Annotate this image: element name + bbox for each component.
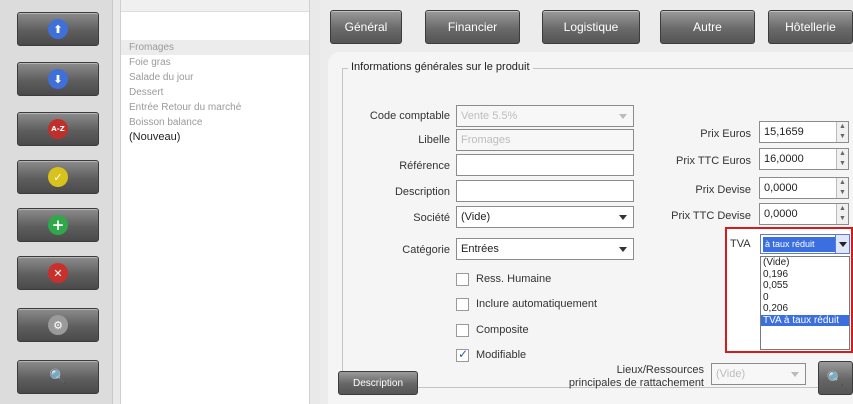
arrow-up-icon: ⬆ (48, 19, 68, 39)
check-icon: ✓ (48, 167, 68, 187)
prix-euros-value: 15,1659 (764, 126, 804, 138)
prix-ttc-euros-label: Prix TTC Euros (676, 155, 751, 167)
spinner-icon[interactable]: ▲ ▼ (836, 178, 848, 198)
reference-label: Référence (399, 160, 450, 172)
tva-option[interactable]: 0,055 (761, 280, 849, 292)
code-comptable-value: Vente 5.5% (461, 110, 518, 122)
description-button[interactable]: Description (338, 371, 418, 395)
list-item[interactable]: Fromages (121, 40, 309, 55)
spinner-icon[interactable]: ▲ ▼ (836, 204, 848, 224)
modifiable-checkbox[interactable] (456, 347, 469, 362)
chevron-down-icon[interactable] (835, 235, 849, 253)
prix-ttc-euros-field[interactable]: 16,0000 ▲ ▼ (759, 148, 849, 170)
libelle-field[interactable]: Fromages (456, 129, 634, 151)
list-item[interactable]: Foie gras (121, 55, 309, 70)
prix-devise-field[interactable]: 0,0000 ▲ ▼ (759, 177, 849, 199)
code-comptable-label: Code comptable (369, 110, 450, 122)
ress-humaine-label: Ress. Humaine (476, 273, 552, 285)
prix-ttc-devise-label: Prix TTC Devise (671, 210, 751, 222)
prix-euros-field[interactable]: 15,1659 ▲ ▼ (759, 121, 849, 143)
prix-devise-label: Prix Devise (695, 184, 751, 196)
ress-humaine-checkbox[interactable] (456, 273, 469, 286)
tva-select[interactable]: à taux réduit (760, 234, 850, 254)
wheel-icon: ⚙ (48, 315, 68, 335)
list-item[interactable]: Dessert (121, 85, 309, 100)
tva-label: TVA (730, 238, 751, 250)
sort-az-button[interactable]: A-Z (17, 112, 99, 146)
spinner-icon[interactable]: ▲ ▼ (836, 149, 848, 169)
spinner-icon[interactable]: ▲ ▼ (836, 122, 848, 142)
tva-option[interactable]: 0,196 (761, 269, 849, 281)
inclure-auto-label: Inclure automatiquement (476, 298, 598, 310)
x-circle-icon: ✕ (48, 263, 68, 283)
description-label: Description (394, 186, 450, 198)
tva-dropdown-list: (Vide) 0,196 0,055 0 0,206 TVA à taux ré… (760, 256, 850, 350)
sort-az-icon: A-Z (48, 119, 68, 139)
tab-autre[interactable]: Autre (660, 10, 755, 44)
left-toolbar: ⬆ ⬇ A-Z ✓ + ✕ ⚙ 🔍 (0, 0, 113, 404)
lieux-select[interactable]: (Vide) (711, 363, 806, 385)
code-comptable-select[interactable]: Vente 5.5% (456, 105, 634, 127)
tab-general[interactable]: Général (330, 10, 402, 44)
tab-logistique[interactable]: Logistique (542, 10, 640, 44)
settings-button[interactable]: ⚙ (17, 308, 99, 342)
nav-up-button[interactable]: ⬆ (17, 12, 99, 46)
prix-ttc-euros-value: 16,0000 (764, 153, 804, 165)
reference-field[interactable] (456, 154, 634, 176)
arrow-down-icon: ⬇ (48, 69, 68, 89)
libelle-label: Libelle (418, 134, 450, 146)
lieux-label-line1: Lieux/Ressources (616, 364, 704, 376)
magnifier-icon: 🔍 (826, 369, 845, 386)
categorie-label: Catégorie (402, 244, 450, 256)
prix-ttc-devise-field[interactable]: 0,0000 ▲ ▼ (759, 203, 849, 225)
tva-value: à taux réduit (763, 237, 835, 252)
prix-ttc-devise-value: 0,0000 (764, 208, 798, 220)
list-item[interactable]: Entrée Retour du marché (121, 100, 309, 115)
group-title: Informations générales sur le produit (348, 61, 533, 73)
nav-down-button[interactable]: ⬇ (17, 62, 99, 96)
composite-label: Composite (476, 324, 529, 336)
tva-option-selected[interactable]: TVA à taux réduit (761, 314, 849, 326)
societe-value: (Vide) (461, 211, 491, 223)
categorie-value: Entrées (461, 243, 499, 255)
search-button[interactable]: 🔍 (17, 360, 99, 394)
societe-select[interactable]: (Vide) (456, 206, 634, 228)
categorie-select[interactable]: Entrées (456, 238, 634, 260)
tab-hotellerie[interactable]: Hôtellerie (768, 10, 853, 44)
list-item-new[interactable]: (Nouveau) (121, 130, 309, 145)
modifiable-label: Modifiable (476, 349, 527, 361)
lieux-search-button[interactable]: 🔍 (818, 361, 853, 395)
chevron-down-icon (619, 215, 627, 220)
chevron-down-icon (619, 247, 627, 252)
prix-euros-label: Prix Euros (700, 128, 751, 140)
societe-label: Société (413, 212, 450, 224)
tva-option[interactable]: 0 (761, 292, 849, 304)
magnifier-icon: 🔍 (49, 369, 67, 385)
delete-button[interactable]: ✕ (17, 256, 99, 290)
prix-devise-value: 0,0000 (764, 182, 798, 194)
lieux-label-line2: principales de rattachement (568, 377, 704, 389)
tva-option[interactable]: (Vide) (761, 257, 849, 269)
list-item[interactable]: Salade du jour (121, 70, 309, 85)
tva-option[interactable]: 0,206 (761, 303, 849, 315)
product-list: Fromages Foie gras Salade du jour Desser… (120, 0, 310, 404)
chevron-down-icon (791, 372, 799, 377)
description-field[interactable] (456, 180, 634, 202)
plus-icon: + (48, 215, 68, 235)
list-item[interactable]: Boisson balance (121, 115, 309, 130)
validate-button[interactable]: ✓ (17, 160, 99, 194)
add-button[interactable]: + (17, 208, 99, 242)
composite-checkbox[interactable] (456, 324, 469, 337)
inclure-auto-checkbox[interactable] (456, 298, 469, 311)
chevron-down-icon (619, 114, 627, 119)
list-header (121, 0, 309, 12)
lieux-value: (Vide) (716, 368, 746, 380)
tab-financier[interactable]: Financier (425, 10, 520, 44)
